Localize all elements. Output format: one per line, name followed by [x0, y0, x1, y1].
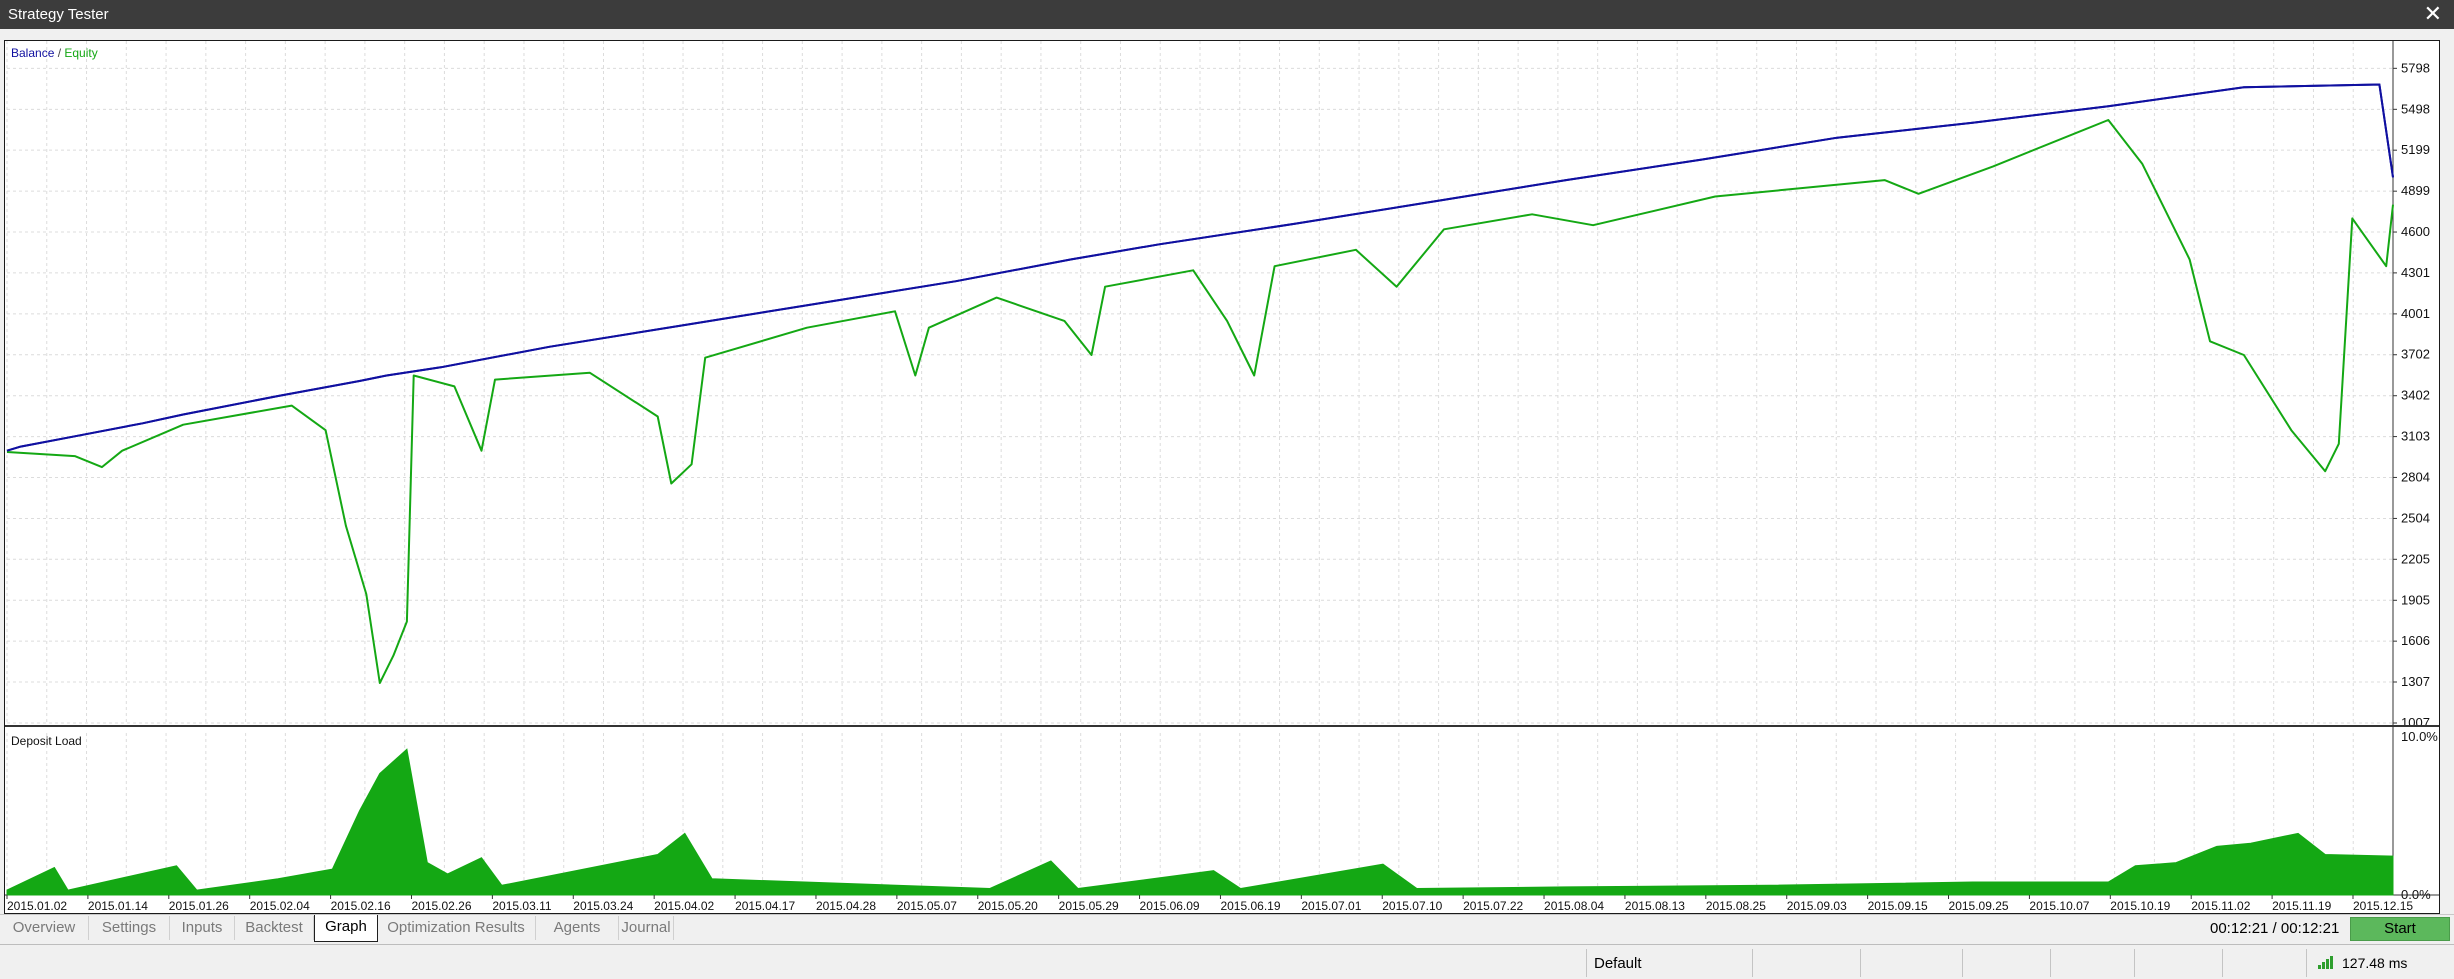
status-separator [1962, 949, 1963, 977]
tab-journal[interactable]: Journal [619, 916, 674, 940]
x-tick-label: 2015.10.19 [2110, 899, 2170, 913]
x-tick-label: 2015.06.09 [1140, 899, 1200, 913]
elapsed-timer: 00:12:21 / 00:12:21 [2210, 920, 2340, 937]
x-tick-label: 2015.05.07 [897, 899, 957, 913]
y-tick-label: 3402 [2401, 388, 2430, 403]
x-tick-label: 2015.01.26 [169, 899, 229, 913]
tab-graph[interactable]: Graph [314, 915, 378, 942]
x-tick-label: 2015.09.25 [1949, 899, 2009, 913]
tab-bar: Overview Settings Inputs Backtest Graph … [0, 914, 2454, 943]
x-tick-label: 2015.02.04 [250, 899, 310, 913]
y-tick-label: 4600 [2401, 224, 2430, 239]
x-tick-label: 2015.01.14 [88, 899, 148, 913]
status-separator [2306, 949, 2307, 977]
y-tick-label: 2804 [2401, 469, 2430, 484]
y-tick-label: 5798 [2401, 60, 2430, 75]
y-tick-label: 5199 [2401, 142, 2430, 157]
strategy-tester-chart: 5798 5498 5199 4899 4600 4301 4001 3702 3402 3103… [5, 41, 2439, 913]
chart-panel[interactable]: 5798 5498 5199 4899 4600 4301 4001 3702 3402 3103… [4, 40, 2440, 914]
x-tick-label: 2015.08.13 [1625, 899, 1685, 913]
tab-agents[interactable]: Agents [536, 916, 619, 940]
y-tick-label: 2504 [2401, 510, 2430, 525]
x-tick-label: 2015.01.02 [7, 899, 67, 913]
status-ping: 127.48 ms [2342, 955, 2408, 971]
tab-inputs[interactable]: Inputs [170, 916, 235, 940]
y-tick-label: 5498 [2401, 101, 2430, 116]
status-separator [2134, 949, 2135, 977]
x-tick-label: 2015.02.16 [331, 899, 391, 913]
y-tick-label: 4301 [2401, 265, 2430, 280]
tab-settings[interactable]: Settings [89, 916, 170, 940]
status-separator [1586, 949, 1587, 977]
y-tick-label: 4001 [2401, 306, 2430, 321]
x-tick-label: 2015.03.11 [492, 899, 551, 913]
y-tick-label: 1905 [2401, 592, 2430, 607]
x-tick-label: 2015.02.26 [411, 899, 471, 913]
status-separator [2050, 949, 2051, 977]
x-tick-label: 2015.04.17 [735, 899, 795, 913]
y-tick-label: 1606 [2401, 633, 2430, 648]
x-tick-label: 2015.05.29 [1059, 899, 1119, 913]
start-button[interactable]: Start [2350, 917, 2450, 941]
tab-backtest[interactable]: Backtest [235, 916, 314, 940]
x-tick-label: 2015.03.24 [573, 899, 633, 913]
x-tick-label: 2015.08.25 [1706, 899, 1766, 913]
deposit-load-title: Deposit Load [11, 734, 82, 748]
chart-legend: Balance / Equity [11, 46, 98, 60]
close-icon[interactable]: ✕ [2424, 2, 2442, 26]
x-tick-label: 2015.11.19 [2272, 899, 2331, 913]
y-tick-label: 3702 [2401, 347, 2430, 362]
status-separator [1860, 949, 1861, 977]
status-separator [2222, 949, 2223, 977]
signal-icon [2318, 956, 2333, 969]
y-tick-label: 3103 [2401, 429, 2430, 444]
x-tick-label: 2015.09.03 [1787, 899, 1847, 913]
y-tick-label: 2205 [2401, 551, 2430, 566]
y-tick-label-top: 10.0% [2401, 729, 2438, 744]
status-bar: Default 127.48 ms [0, 944, 2454, 979]
window-title: Strategy Tester [8, 6, 109, 23]
y-tick-label: 4899 [2401, 183, 2430, 198]
legend-balance: Balance [11, 46, 55, 60]
x-tick-label: 2015.10.07 [2029, 899, 2089, 913]
x-tick-label: 2015.04.02 [654, 899, 714, 913]
x-tick-label: 2015.07.01 [1301, 899, 1361, 913]
window-titlebar: Strategy Tester ✕ [0, 0, 2454, 29]
x-tick-label: 2015.07.10 [1382, 899, 1442, 913]
x-tick-label: 2015.04.28 [816, 899, 876, 913]
x-tick-label: 2015.07.22 [1463, 899, 1523, 913]
x-tick-label: 2015.08.04 [1544, 899, 1604, 913]
status-separator [1752, 949, 1753, 977]
tab-optimization-results[interactable]: Optimization Results [377, 916, 536, 940]
x-tick-label: 2015.12.15 [2353, 899, 2413, 913]
y-tick-label: 1007 [2401, 715, 2430, 730]
x-tick-label: 2015.05.20 [978, 899, 1038, 913]
x-tick-label: 2015.06.19 [1220, 899, 1280, 913]
x-tick-label: 2015.09.15 [1868, 899, 1928, 913]
status-profile[interactable]: Default [1594, 955, 1642, 972]
tab-overview[interactable]: Overview [0, 916, 89, 940]
y-tick-label: 1307 [2401, 674, 2430, 689]
legend-equity: Equity [61, 46, 98, 60]
x-tick-label: 2015.11.02 [2191, 899, 2250, 913]
